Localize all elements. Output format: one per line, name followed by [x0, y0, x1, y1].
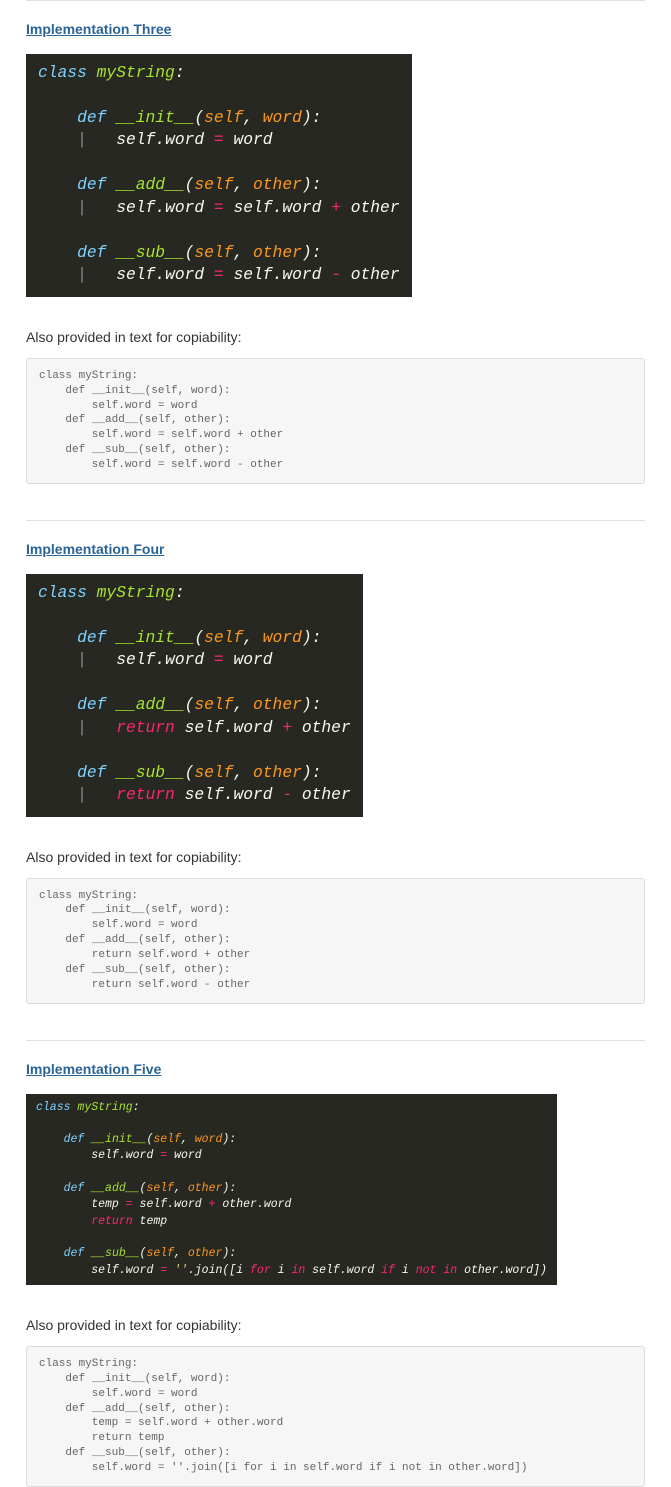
copy-code-three[interactable]: class myString: def __init__(self, word)… — [26, 358, 645, 484]
code-image-four: class myString: def __init__(self, word)… — [26, 574, 363, 817]
heading-impl-four: Implementation Four — [26, 539, 645, 560]
code-image-three: class myString: def __init__(self, word)… — [26, 54, 412, 297]
copy-code-four[interactable]: class myString: def __init__(self, word)… — [26, 878, 645, 1004]
heading-impl-five: Implementation Five — [26, 1059, 645, 1080]
heading-impl-three: Implementation Three — [26, 19, 645, 40]
copy-label-four: Also provided in text for copiability: — [26, 847, 645, 868]
copy-code-five[interactable]: class myString: def __init__(self, word)… — [26, 1346, 645, 1487]
copy-label-five: Also provided in text for copiability: — [26, 1315, 645, 1336]
copy-label-three: Also provided in text for copiability: — [26, 327, 645, 348]
code-image-five: class myString: def __init__(self, word)… — [26, 1094, 557, 1286]
divider — [26, 520, 645, 521]
divider — [26, 0, 645, 1]
divider — [26, 1040, 645, 1041]
